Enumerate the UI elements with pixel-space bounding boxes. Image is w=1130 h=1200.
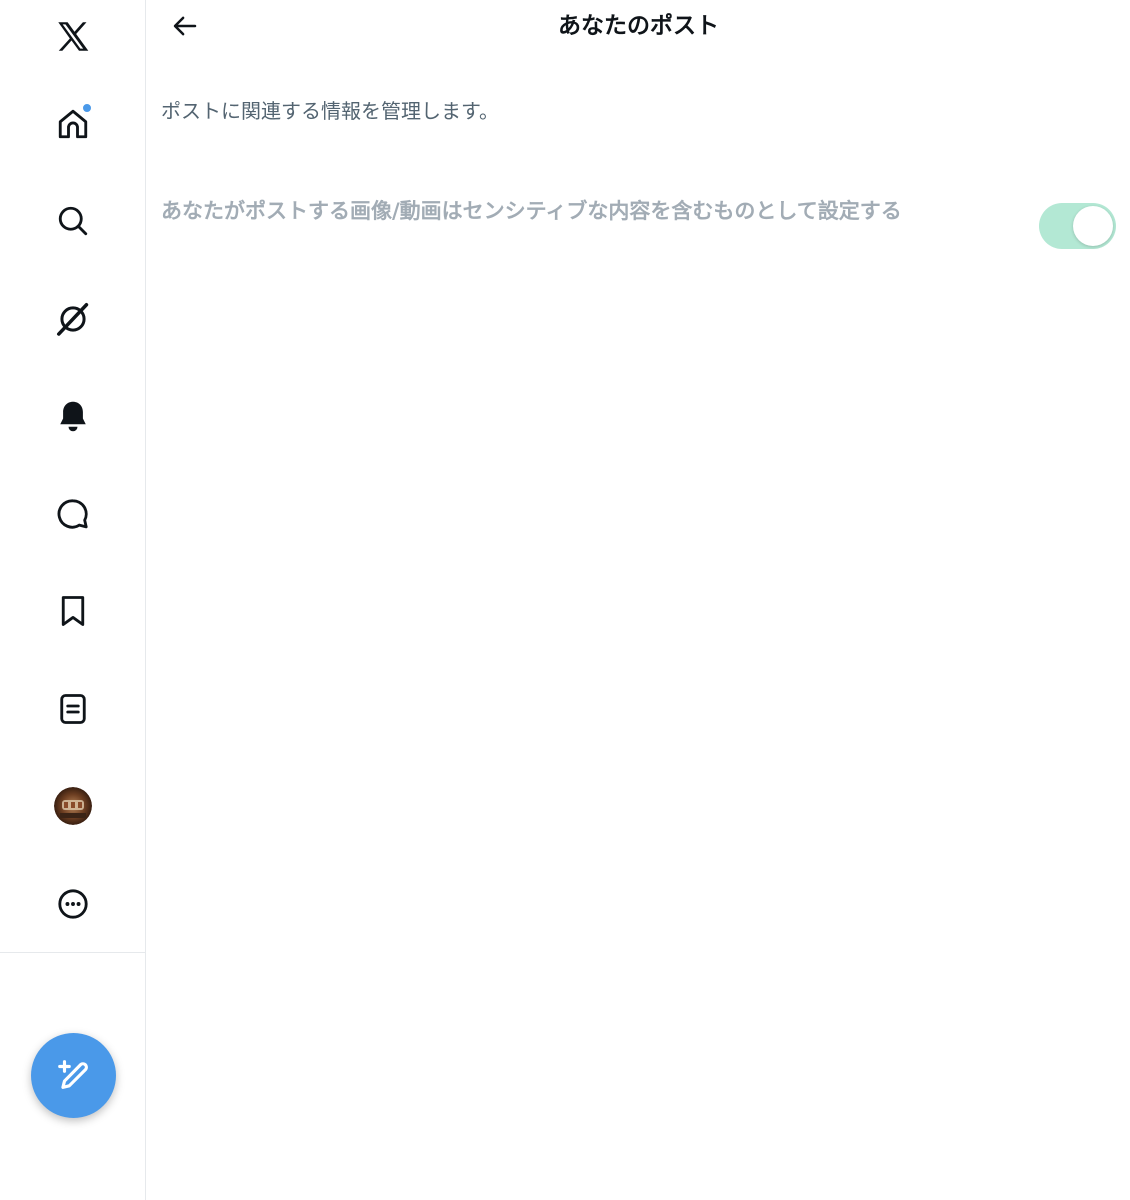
nav-grok[interactable] <box>36 282 110 356</box>
nav-messages[interactable] <box>36 477 110 551</box>
bell-icon <box>60 401 86 432</box>
x-logo-link[interactable] <box>36 1 110 75</box>
compose-button[interactable] <box>31 1033 116 1118</box>
nav-home[interactable] <box>36 87 110 161</box>
page-title: あなたのポスト <box>558 13 719 39</box>
search-icon <box>58 206 88 236</box>
compose-icon <box>57 1059 88 1089</box>
nav-explore[interactable] <box>36 184 110 258</box>
nav-bookmarks[interactable] <box>36 574 110 648</box>
main-content: あなたのポスト ポストに関連する情報を管理します。 あなたがポストする画像/動画… <box>147 0 1130 1200</box>
message-icon <box>57 499 88 529</box>
setting-label: あなたがポストする画像/動画はセンシティブな内容を含むものとして設定する <box>161 199 902 223</box>
sidebar-divider <box>0 952 146 953</box>
toggle-knob <box>1073 206 1113 246</box>
nav-profile[interactable] <box>36 769 110 843</box>
x-logo-icon <box>58 22 89 51</box>
lists-icon <box>60 694 86 724</box>
setting-row-sensitive-media: あなたがポストする画像/動画はセンシティブな内容を含むものとして設定する <box>161 196 1121 260</box>
notification-dot <box>82 103 92 113</box>
sensitive-media-toggle[interactable] <box>1039 203 1116 249</box>
nav-more[interactable] <box>36 867 110 941</box>
page-description: ポストに関連する情報を管理します。 <box>161 99 499 123</box>
bookmark-icon <box>61 596 85 626</box>
nav-lists[interactable] <box>36 672 110 746</box>
nav-notifications[interactable] <box>36 379 110 453</box>
more-icon <box>58 889 88 919</box>
avatar <box>54 787 92 825</box>
grok-icon <box>57 303 89 336</box>
sidebar <box>0 0 146 1200</box>
